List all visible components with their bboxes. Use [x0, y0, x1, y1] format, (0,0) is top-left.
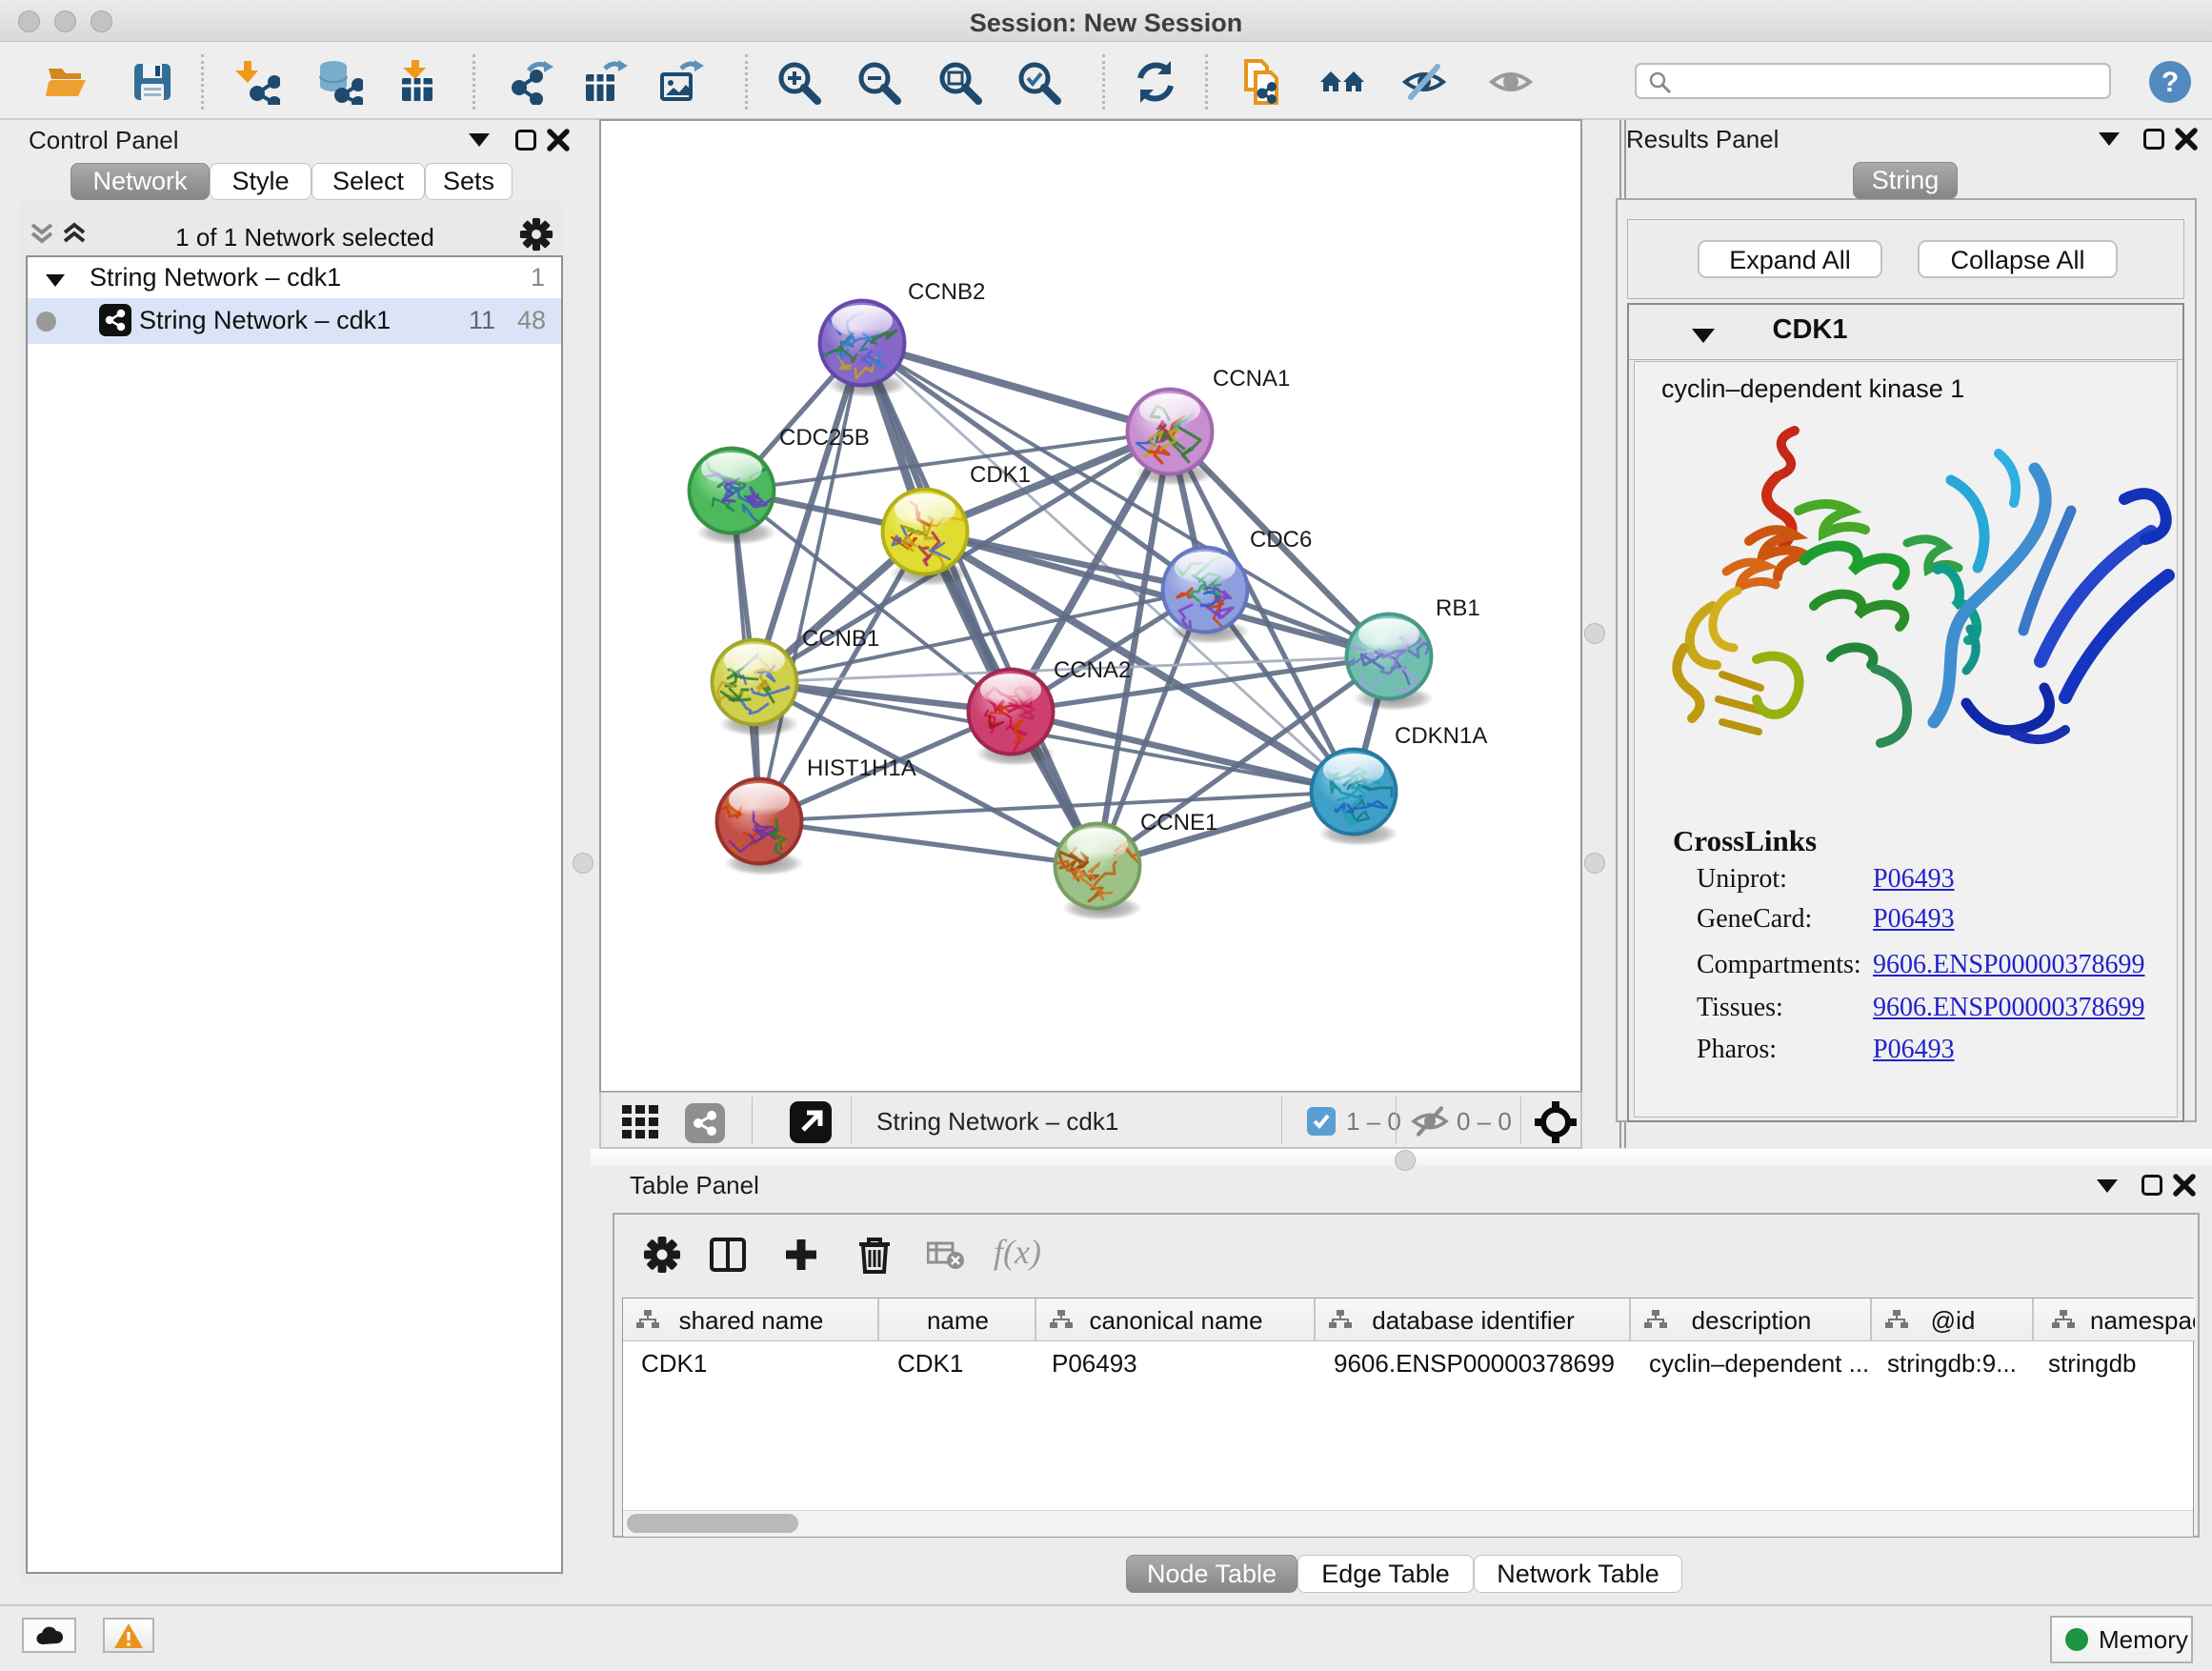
svg-text:CDK1: CDK1 — [970, 462, 1031, 488]
svg-text:CDC25B: CDC25B — [779, 425, 870, 451]
svg-text:CDKN1A: CDKN1A — [1395, 723, 1487, 749]
svg-text:CCNE1: CCNE1 — [1140, 810, 1217, 836]
svg-text:CDC6: CDC6 — [1250, 527, 1312, 553]
svg-text:CCNA2: CCNA2 — [1054, 657, 1131, 683]
svg-text:RB1: RB1 — [1436, 595, 1480, 621]
svg-text:CCNA1: CCNA1 — [1213, 366, 1290, 392]
svg-text:CCNB1: CCNB1 — [802, 626, 879, 652]
svg-text:HIST1H1A: HIST1H1A — [807, 755, 916, 781]
svg-text:CCNB2: CCNB2 — [908, 279, 985, 305]
svg-text:?: ? — [2162, 67, 2179, 98]
